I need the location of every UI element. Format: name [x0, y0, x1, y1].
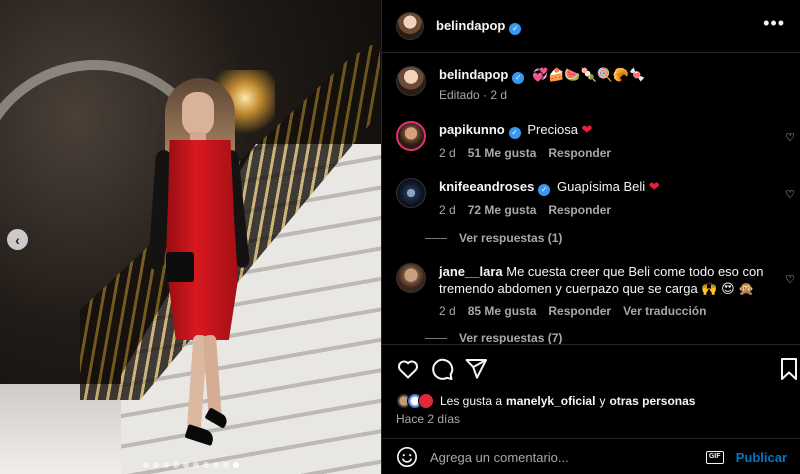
- view-replies-label: Ver respuestas (7): [459, 331, 563, 344]
- comment-time: 2 d: [439, 146, 456, 160]
- comment-body: jane__lara Me cuesta creer que Beli come…: [439, 263, 774, 320]
- comment-avatar[interactable]: [396, 121, 426, 151]
- likes-connector: y: [599, 394, 606, 408]
- comments-list[interactable]: belindapop ✓ 💞🍰🍉🍡🍭🥐🍬 Editado · 2 d papiku…: [382, 54, 800, 344]
- caption-dot: ·: [479, 88, 491, 102]
- carousel-dot: [222, 462, 229, 468]
- caption-edited: Editado: [439, 88, 480, 102]
- comment-time: 2 d: [439, 203, 456, 217]
- comment-icon[interactable]: [430, 357, 454, 381]
- comment-body: papikunno ✓ Preciosa ❤ 2 d 51 Me gusta Re…: [439, 121, 774, 162]
- gif-icon[interactable]: GIF: [705, 450, 724, 464]
- comment-text: Preciosa: [527, 122, 578, 137]
- carousel-dot: [212, 462, 219, 468]
- like-comment-heart-icon[interactable]: ♡: [785, 131, 795, 144]
- carousel-dot: [172, 462, 179, 468]
- verified-badge-icon: ✓: [509, 22, 522, 35]
- post-timestamp[interactable]: Hace 2 días: [396, 412, 460, 426]
- share-icon[interactable]: [464, 357, 488, 381]
- likes-summary: Les gusta a manelyk_oficial y otras pers…: [396, 393, 695, 409]
- comment-time: 2 d: [439, 304, 456, 318]
- view-replies-label: Ver respuestas (1): [459, 231, 563, 245]
- caption-body: belindapop ✓ 💞🍰🍉🍡🍭🥐🍬 Editado · 2 d: [439, 66, 774, 104]
- carousel-dot: [152, 462, 159, 468]
- comment-text: Guapísima Beli: [557, 179, 646, 194]
- comment-likes[interactable]: 51 Me gusta: [468, 145, 537, 162]
- author-username[interactable]: belindapop ✓: [436, 17, 522, 35]
- comment-avatar[interactable]: [396, 263, 426, 293]
- verified-badge-icon: ✓: [538, 184, 551, 196]
- liker-avatar[interactable]: [418, 393, 434, 409]
- like-comment-heart-icon[interactable]: ♡: [785, 188, 795, 201]
- carousel-dot: [162, 462, 169, 468]
- comment-body: knifeeandroses ✓ Guapísima Beli ❤ 2 d 72 …: [439, 178, 774, 219]
- comment-composer: GIF Publicar: [382, 438, 800, 474]
- carousel-dot: [192, 462, 199, 468]
- likes-prefix: Les gusta a: [440, 394, 503, 408]
- red-heart-emoji: ❤: [581, 122, 593, 137]
- carousel-prev-button[interactable]: ‹: [7, 229, 28, 250]
- caption-text: 💞🍰🍉🍡🍭🥐🍬: [531, 67, 646, 82]
- author-avatar[interactable]: [396, 12, 424, 40]
- caption-time: 2 d: [490, 88, 508, 102]
- comment-avatar[interactable]: [396, 178, 426, 208]
- carousel-dots: [0, 462, 381, 468]
- replies-line: [425, 337, 447, 339]
- replies-line: [425, 237, 447, 239]
- post-photo[interactable]: [0, 0, 381, 474]
- post-actions: Les gusta a manelyk_oficial y otras pers…: [382, 344, 800, 474]
- heart-icon[interactable]: [396, 357, 420, 381]
- translate-button[interactable]: Ver traducción: [623, 303, 706, 320]
- red-heart-emoji: ❤: [648, 179, 660, 194]
- post-side-panel: belindapop ✓ ••• belindapop ✓ 💞🍰🍉🍡🍭🥐🍬 Edit…: [381, 0, 800, 474]
- like-comment-heart-icon[interactable]: ♡: [785, 273, 795, 286]
- reply-button[interactable]: Responder: [548, 202, 611, 219]
- author-username-text: belindapop: [436, 17, 506, 33]
- bookmark-icon[interactable]: [777, 357, 800, 381]
- photo-red-dress: [165, 140, 238, 340]
- photo-face: [182, 92, 214, 136]
- reply-button[interactable]: Responder: [548, 303, 611, 320]
- likes-others[interactable]: otras personas: [609, 394, 695, 408]
- carousel-dot: [202, 462, 209, 468]
- comment-likes[interactable]: 85 Me gusta: [468, 303, 537, 320]
- comment-username[interactable]: jane__lara: [439, 264, 503, 279]
- chevron-left-icon: ‹: [15, 231, 20, 248]
- photo-clutch: [166, 252, 194, 282]
- post-comment-button[interactable]: Publicar: [736, 450, 787, 465]
- carousel-dot: [142, 462, 149, 468]
- comment-username[interactable]: knifeeandroses: [439, 179, 534, 194]
- verified-badge-icon: ✓: [512, 72, 525, 84]
- post-header: belindapop ✓ •••: [382, 0, 800, 53]
- comment-username[interactable]: papikunno: [439, 122, 505, 137]
- comment-likes[interactable]: 72 Me gusta: [468, 202, 537, 219]
- carousel-dot: [232, 462, 239, 468]
- view-replies-button[interactable]: Ver respuestas (1): [425, 231, 562, 245]
- comment-input[interactable]: [430, 449, 706, 465]
- verified-badge-icon: ✓: [508, 127, 521, 139]
- more-options-icon[interactable]: •••: [763, 14, 785, 32]
- caption-username[interactable]: belindapop: [439, 67, 508, 82]
- emoji-icon[interactable]: [396, 446, 418, 468]
- carousel-dot: [182, 462, 189, 468]
- reply-button[interactable]: Responder: [548, 145, 611, 162]
- likes-user[interactable]: manelyk_oficial: [506, 394, 595, 408]
- caption-avatar[interactable]: [396, 66, 426, 96]
- view-replies-button[interactable]: Ver respuestas (7): [425, 331, 562, 344]
